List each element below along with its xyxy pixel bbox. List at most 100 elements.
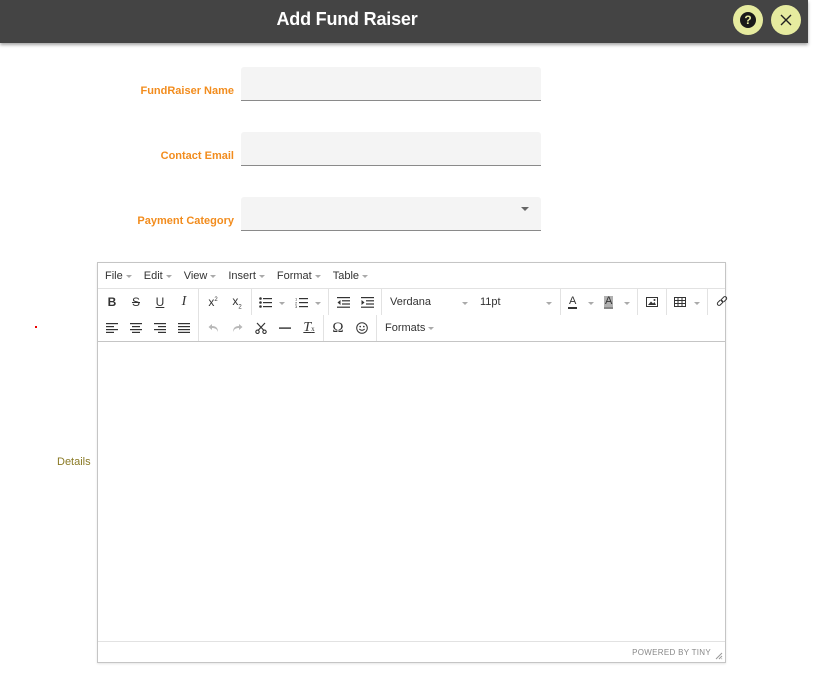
background-color-icon: A [604,294,614,309]
redo-icon [232,323,243,333]
clear-formatting-button[interactable]: Tx [297,317,321,339]
dropdown-arrow-icon [521,207,529,211]
caret-down-icon [462,302,468,305]
formats-select[interactable]: Formats [379,317,439,339]
close-x-icon [780,14,792,26]
help-button[interactable]: ? [733,5,763,35]
editor-content-area[interactable] [98,342,725,642]
powered-by-tiny-link[interactable]: POWERED BY TINY [632,648,711,657]
payment-category-label: Payment Category [137,215,234,227]
text-color-button[interactable]: A [563,291,599,313]
horizontal-rule-button[interactable] [273,317,297,339]
subscript-icon: x2 [232,293,242,311]
toolbar-group-image [638,289,667,315]
dialog-header: Add Fund Raiser ? [0,0,808,43]
details-label: Details [57,456,91,468]
font-size-select[interactable]: 11pt [474,291,558,313]
numbered-list-button[interactable]: 123 [290,291,326,313]
numbered-list-icon: 123 [295,297,308,308]
undo-icon [208,323,219,333]
image-icon [646,297,658,307]
underline-button[interactable]: U [148,291,172,313]
fundraiser-name-input[interactable] [241,67,541,100]
superscript-icon: x2 [208,295,218,309]
caret-down-icon [624,302,630,305]
toolbar-group-text-style: B S U I [98,289,199,315]
fundraiser-name-field[interactable] [241,67,541,101]
cut-button[interactable] [249,317,273,339]
align-left-icon [106,323,118,333]
caret-down-icon [546,302,552,305]
align-center-icon [130,323,142,333]
caret-down-icon [125,274,132,278]
align-right-icon [154,323,166,333]
emoticons-button[interactable] [350,317,374,339]
menu-table[interactable]: Table [333,270,369,282]
toolbar-group-edit: Tx [199,315,324,341]
toolbar-group-font: Verdana 11pt [382,289,561,315]
table-icon [674,297,686,307]
insert-link-button[interactable] [710,291,734,313]
caret-down-icon [210,274,217,278]
subscript-button[interactable]: x2 [225,291,249,313]
svg-text:3: 3 [295,304,298,308]
caret-down-icon [258,274,265,278]
editor-menubar: File Edit View Insert Format Table [98,263,725,289]
indent-icon [360,296,374,308]
insert-image-button[interactable] [640,291,664,313]
toolbar-group-insert: Ω [324,315,377,341]
align-center-button[interactable] [124,317,148,339]
align-justify-icon [178,323,190,333]
table-button[interactable] [669,291,705,313]
close-button[interactable] [771,5,801,35]
payment-category-select[interactable] [241,197,541,231]
contact-email-label: Contact Email [160,150,234,162]
toolbar-row-1: B S U I x2 x2 123 Verdana 11pt A A [98,289,728,315]
outdent-button[interactable] [331,291,355,313]
contact-email-input[interactable] [241,132,541,165]
toolbar-group-indent [329,289,382,315]
special-character-button[interactable]: Ω [326,317,350,339]
menu-view[interactable]: View [184,270,217,282]
menu-format[interactable]: Format [277,270,321,282]
required-indicator [35,326,37,328]
outdent-icon [336,296,350,308]
toolbar-group-link [708,289,736,315]
strikethrough-button[interactable]: S [124,291,148,313]
bold-button[interactable]: B [100,291,124,313]
rich-text-editor: File Edit View Insert Format Table B S U… [97,262,728,663]
question-circle-icon: ? [739,11,757,29]
align-justify-button[interactable] [172,317,196,339]
superscript-button[interactable]: x2 [201,291,225,313]
italic-icon: I [181,294,187,309]
align-left-button[interactable] [100,317,124,339]
toolbar-group-align [98,315,199,341]
font-family-select[interactable]: Verdana [384,291,474,313]
align-right-button[interactable] [148,317,172,339]
bullet-list-button[interactable] [254,291,290,313]
fundraiser-name-label: FundRaiser Name [140,85,234,97]
editor-statusbar: POWERED BY TINY [98,642,725,662]
resize-handle-icon[interactable] [715,652,723,660]
caret-down-icon [165,274,172,278]
menu-file[interactable]: File [105,270,132,282]
caret-down-icon [314,274,321,278]
caret-down-icon [315,302,321,305]
strikethrough-icon: S [131,295,140,309]
redo-button[interactable] [225,317,249,339]
special-character-icon: Ω [332,319,344,336]
caret-down-icon [362,274,369,278]
undo-button[interactable] [201,317,225,339]
toolbar-group-lists: 123 [252,289,329,315]
indent-button[interactable] [355,291,379,313]
underline-icon: U [155,295,165,309]
svg-text:?: ? [744,13,751,27]
menu-insert[interactable]: Insert [228,270,265,282]
contact-email-field[interactable] [241,132,541,166]
cut-icon [255,322,267,334]
toolbar-group-formats: Formats [377,315,441,341]
background-color-button[interactable]: A [599,291,635,313]
caret-down-icon [588,302,594,305]
italic-button[interactable]: I [172,291,196,313]
menu-edit[interactable]: Edit [144,270,172,282]
